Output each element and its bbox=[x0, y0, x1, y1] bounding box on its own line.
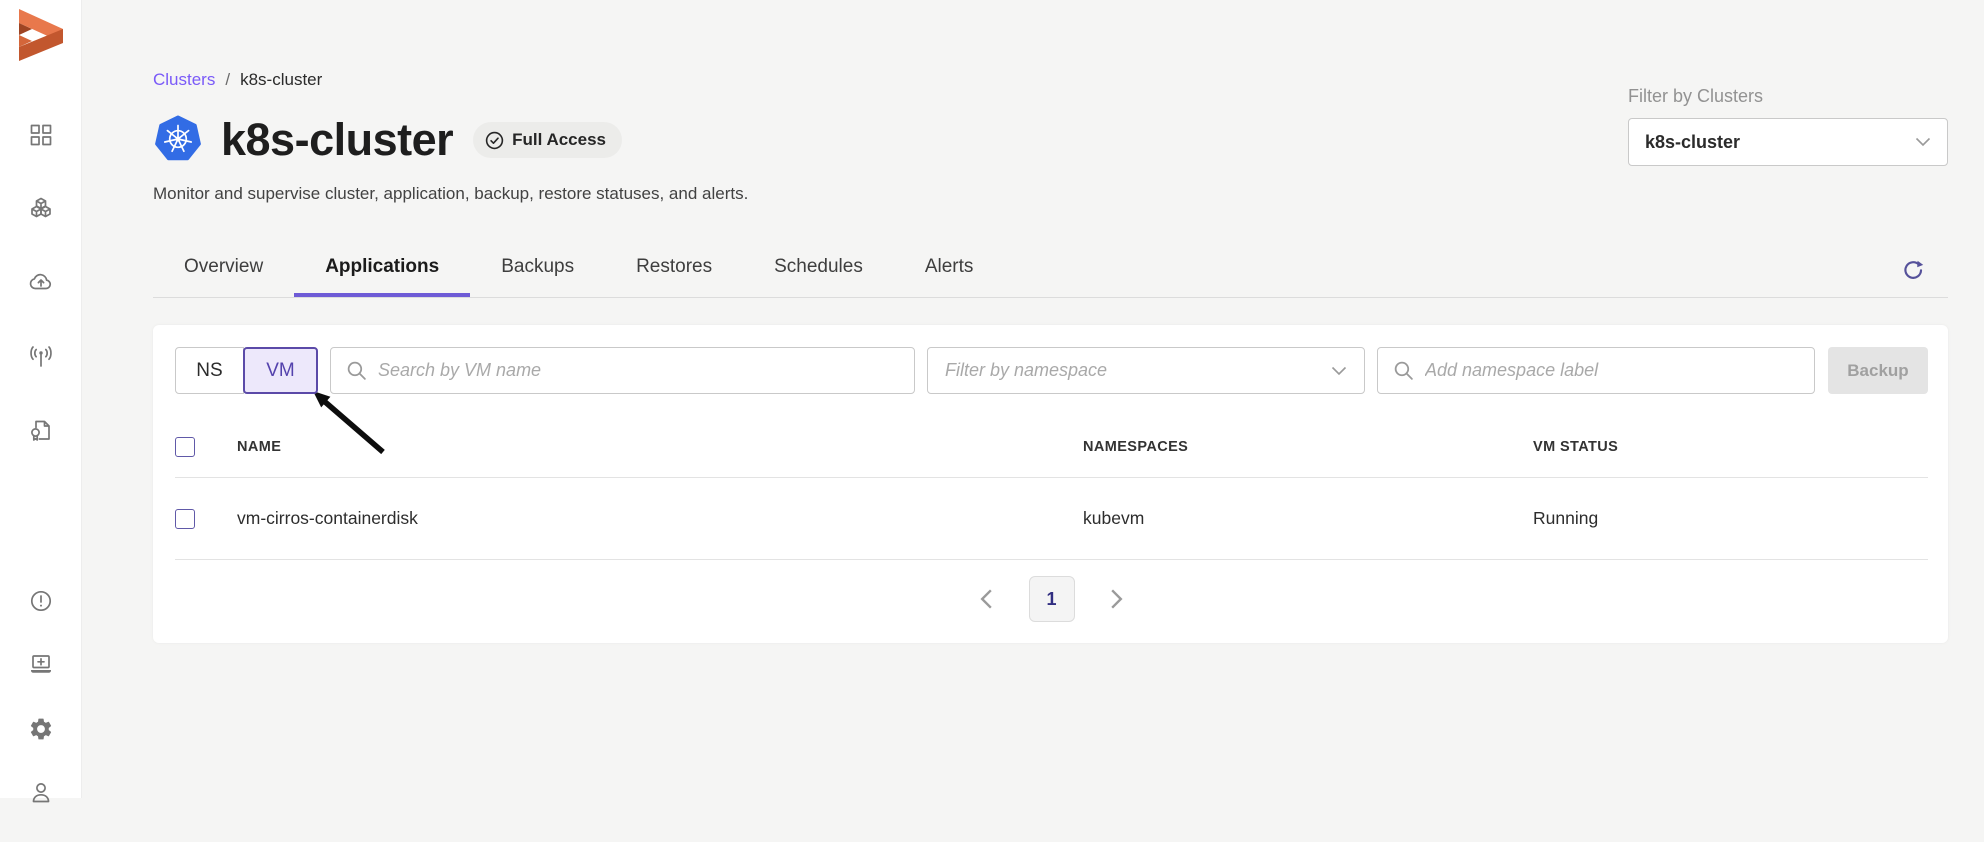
breadcrumb-separator: / bbox=[225, 70, 230, 90]
cell-vm-status: Running bbox=[1533, 508, 1928, 529]
page-header: Clusters / k8s-cluster bbox=[153, 70, 748, 204]
page-subtitle: Monitor and supervise cluster, applicati… bbox=[153, 184, 748, 204]
cluster-filter-label: Filter by Clusters bbox=[1628, 86, 1948, 107]
alerts-exclamation-icon[interactable] bbox=[26, 586, 56, 616]
breadcrumb-clusters-link[interactable]: Clusters bbox=[153, 70, 215, 90]
monitoring-antenna-icon[interactable] bbox=[26, 342, 56, 372]
main-content: Clusters / k8s-cluster bbox=[82, 0, 1984, 798]
chevron-right-icon[interactable] bbox=[1105, 587, 1129, 611]
tab-bar: Overview Applications Backups Restores S… bbox=[153, 242, 1948, 298]
cluster-select-value: k8s-cluster bbox=[1645, 132, 1740, 153]
settings-gear-icon[interactable] bbox=[26, 714, 56, 744]
cell-vm-name: vm-cirros-containerdisk bbox=[237, 508, 1083, 529]
cluster-filter: Filter by Clusters k8s-cluster bbox=[1628, 86, 1948, 166]
breadcrumb: Clusters / k8s-cluster bbox=[153, 70, 748, 90]
chevron-left-icon[interactable] bbox=[975, 587, 999, 611]
column-header-name: NAME bbox=[237, 439, 1083, 455]
vm-toggle-button[interactable]: VM bbox=[243, 347, 318, 394]
page-number-button[interactable]: 1 bbox=[1029, 576, 1075, 622]
toolbar: NS VM Filter by namespace bbox=[175, 347, 1928, 394]
tab-overview[interactable]: Overview bbox=[153, 242, 294, 297]
sidebar-nav bbox=[26, 120, 56, 842]
tab-schedules[interactable]: Schedules bbox=[743, 242, 894, 297]
table-header-row: NAME NAMESPACES VM STATUS bbox=[175, 416, 1928, 478]
tab-backups[interactable]: Backups bbox=[470, 242, 605, 297]
namespace-filter-placeholder: Filter by namespace bbox=[945, 360, 1107, 381]
backup-cloud-upload-icon[interactable] bbox=[26, 268, 56, 298]
namespace-label-input[interactable] bbox=[1425, 360, 1799, 381]
search-icon bbox=[346, 360, 367, 381]
applications-panel: NS VM Filter by namespace bbox=[153, 325, 1948, 643]
reports-certificate-icon[interactable] bbox=[26, 416, 56, 446]
applications-cubes-icon[interactable] bbox=[26, 194, 56, 224]
select-all-checkbox[interactable] bbox=[175, 437, 195, 457]
vm-search-box bbox=[330, 347, 915, 394]
chevron-down-icon bbox=[1331, 366, 1347, 376]
namespace-filter-select[interactable]: Filter by namespace bbox=[927, 347, 1365, 394]
ns-toggle-button[interactable]: NS bbox=[175, 347, 244, 394]
backup-button[interactable]: Backup bbox=[1828, 347, 1928, 394]
resources-laptop-plus-icon[interactable] bbox=[26, 650, 56, 680]
column-header-vm-status: VM STATUS bbox=[1533, 439, 1928, 455]
access-badge: Full Access bbox=[473, 122, 622, 158]
trilio-logo[interactable] bbox=[17, 8, 65, 62]
dashboard-grid-icon[interactable] bbox=[26, 120, 56, 150]
cluster-select[interactable]: k8s-cluster bbox=[1628, 118, 1948, 166]
row-checkbox[interactable] bbox=[175, 509, 195, 529]
kubernetes-icon bbox=[153, 115, 203, 165]
table-row: vm-cirros-containerdisk kubevm Running bbox=[175, 478, 1928, 560]
breadcrumb-current: k8s-cluster bbox=[240, 70, 322, 90]
column-header-namespaces: NAMESPACES bbox=[1083, 439, 1533, 455]
profile-user-icon[interactable] bbox=[26, 778, 56, 808]
refresh-icon[interactable] bbox=[1900, 259, 1926, 285]
namespace-label-box bbox=[1377, 347, 1815, 394]
tab-alerts[interactable]: Alerts bbox=[894, 242, 1005, 297]
sidebar bbox=[0, 0, 82, 798]
page-title: k8s-cluster bbox=[221, 114, 453, 166]
vm-table: NAME NAMESPACES VM STATUS vm-cirros-cont… bbox=[175, 416, 1928, 560]
access-badge-label: Full Access bbox=[512, 130, 606, 150]
check-circle-icon bbox=[485, 131, 504, 150]
tab-restores[interactable]: Restores bbox=[605, 242, 743, 297]
vm-search-input[interactable] bbox=[378, 360, 899, 381]
search-icon bbox=[1393, 360, 1414, 381]
chevron-down-icon bbox=[1915, 137, 1931, 147]
cell-namespaces: kubevm bbox=[1083, 508, 1533, 529]
tab-applications[interactable]: Applications bbox=[294, 242, 470, 297]
pagination: 1 bbox=[175, 560, 1928, 638]
